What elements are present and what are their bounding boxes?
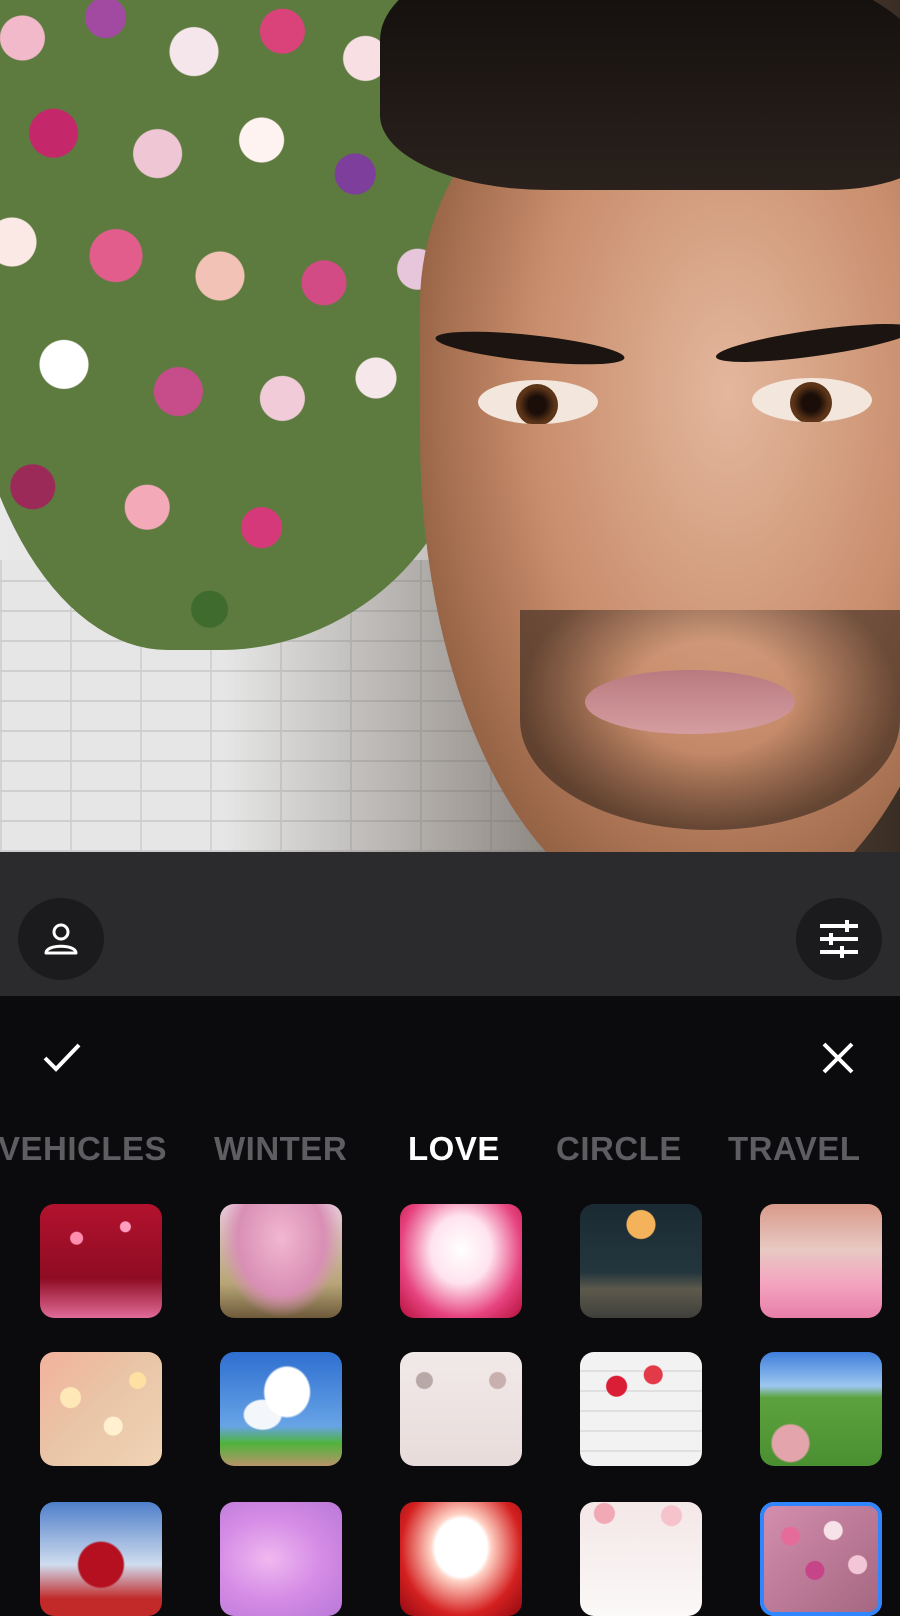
left-eye bbox=[478, 380, 598, 424]
right-eye bbox=[752, 378, 872, 422]
person-button[interactable] bbox=[18, 898, 104, 980]
thumb-picnic-on-grass[interactable] bbox=[760, 1352, 882, 1466]
close-icon bbox=[822, 1042, 854, 1074]
thumb-heart-cloud-sky[interactable] bbox=[220, 1352, 342, 1466]
thumb-pink-tree-path[interactable] bbox=[760, 1204, 882, 1318]
close-button[interactable] bbox=[814, 1034, 862, 1082]
subject-hair bbox=[380, 0, 900, 190]
adjust-button[interactable] bbox=[796, 898, 882, 980]
sliders-icon bbox=[820, 920, 858, 958]
person-icon bbox=[44, 923, 78, 955]
thumb-flower-arch-wall[interactable] bbox=[580, 1502, 702, 1616]
thumb-white-heart-red-glow[interactable] bbox=[400, 1502, 522, 1616]
check-icon bbox=[43, 1043, 81, 1072]
subject-lips bbox=[585, 670, 795, 734]
thumb-red-bokeh-hearts[interactable] bbox=[40, 1204, 162, 1318]
tab-circle[interactable]: CIRCLE bbox=[556, 1130, 682, 1168]
thumb-purple-haze[interactable] bbox=[220, 1502, 342, 1616]
thumb-flower-wall[interactable] bbox=[760, 1502, 882, 1616]
tab-travel[interactable]: TRAVEL bbox=[728, 1130, 861, 1168]
thumb-pink-heart-frame[interactable] bbox=[400, 1204, 522, 1318]
thumb-golden-hearts-bokeh[interactable] bbox=[40, 1352, 162, 1466]
thumb-balloons-gifts-room[interactable] bbox=[400, 1352, 522, 1466]
thumb-heart-tree[interactable] bbox=[40, 1502, 162, 1616]
tab-winter[interactable]: WINTER bbox=[214, 1130, 347, 1168]
tab-love[interactable]: LOVE bbox=[408, 1130, 500, 1168]
photo-preview[interactable] bbox=[0, 0, 900, 852]
thumb-roses-on-wood[interactable] bbox=[580, 1352, 702, 1466]
thumb-pink-blossom-bench[interactable] bbox=[220, 1204, 342, 1318]
confirm-button[interactable] bbox=[38, 1034, 86, 1082]
tab-vehicles[interactable]: VEHICLES bbox=[0, 1130, 167, 1168]
editor-toolbar bbox=[0, 852, 900, 996]
thumb-moon-over-sea[interactable] bbox=[580, 1204, 702, 1318]
